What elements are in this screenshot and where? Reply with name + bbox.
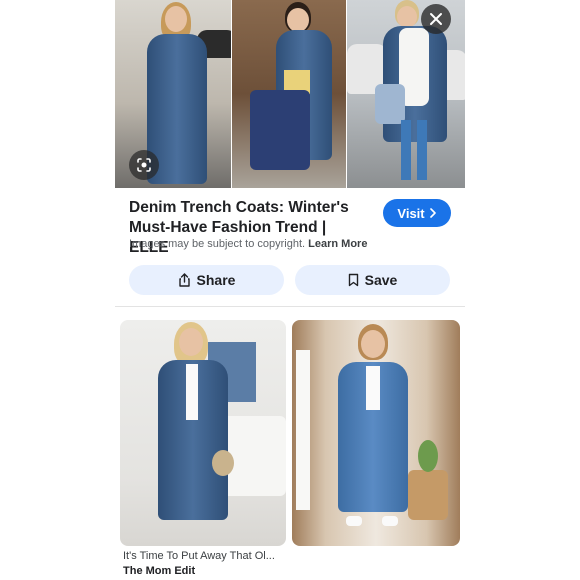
learn-more-link[interactable]: Learn More [308, 238, 367, 250]
copyright-notice: Images may be subject to copyright. Lear… [129, 238, 367, 250]
section-divider [115, 306, 465, 307]
chevron-right-icon [429, 208, 436, 218]
image-result-panel: Denim Trench Coats: Winter's Must-Have F… [115, 0, 465, 580]
close-icon [430, 13, 442, 25]
save-button[interactable]: Save [295, 265, 450, 295]
save-label: Save [364, 272, 398, 288]
hero-photo-street-middle [232, 0, 346, 188]
related-result-source: The Mom Edit [123, 565, 196, 577]
hero-image[interactable] [115, 0, 465, 188]
bookmark-icon [348, 273, 358, 287]
google-lens-button[interactable] [129, 150, 159, 180]
related-result-image-2[interactable] [292, 320, 460, 546]
close-button[interactable] [421, 4, 451, 34]
related-result-image-1[interactable] [120, 320, 286, 546]
visit-button[interactable]: Visit [383, 199, 451, 227]
visit-label: Visit [397, 205, 425, 221]
google-lens-icon [137, 158, 151, 172]
copyright-text: Images may be subject to copyright. [129, 238, 306, 250]
share-icon [178, 273, 190, 287]
share-label: Share [196, 272, 236, 288]
related-result-caption[interactable]: It's Time To Put Away That Ol... [123, 550, 275, 562]
share-button[interactable]: Share [129, 265, 284, 295]
